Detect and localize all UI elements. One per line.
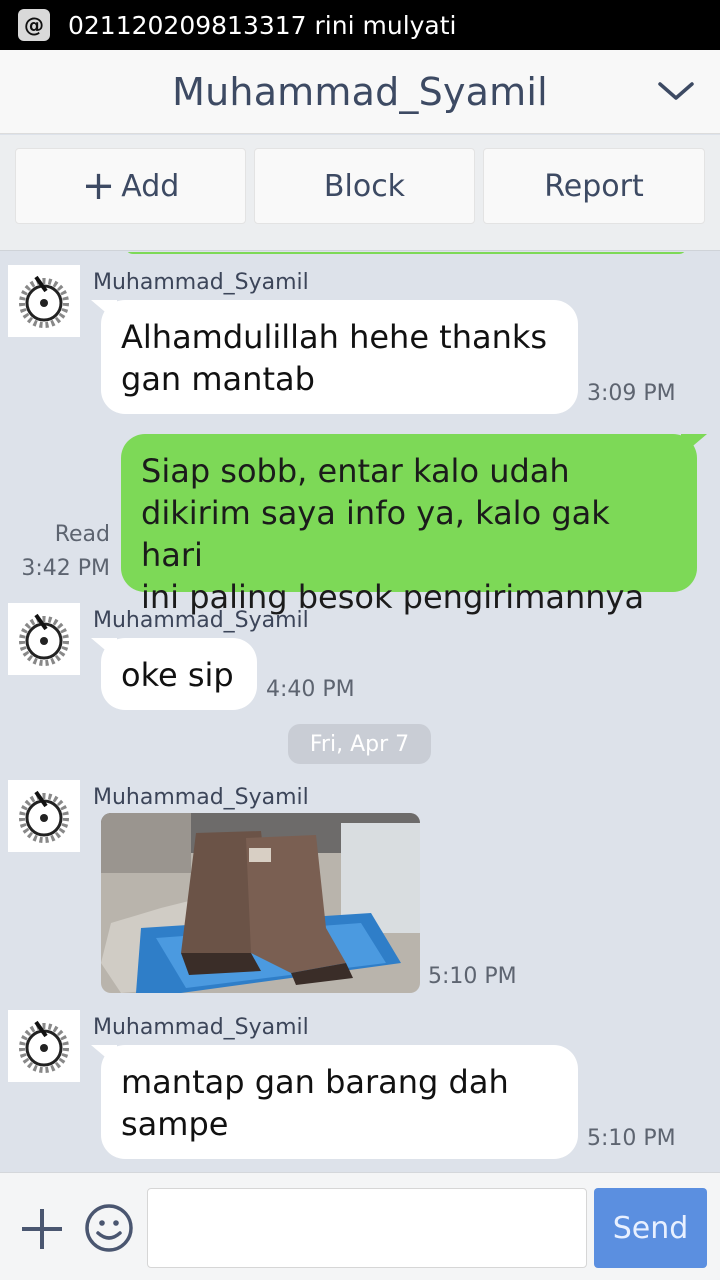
shoe-photo[interactable]: [101, 813, 420, 993]
message-time: 5:10 PM: [587, 1126, 676, 1151]
message-text: mantap gan barang dah: [121, 1063, 509, 1101]
message-text: Alhamdulillah hehe thanks: [121, 318, 548, 356]
chat-messages[interactable]: Muhammad_Syamil Alhamdulillah hehe thank…: [0, 252, 720, 1172]
message-input[interactable]: [147, 1188, 587, 1268]
incoming-message-bubble[interactable]: oke sip: [101, 638, 257, 710]
avatar[interactable]: [8, 780, 80, 852]
message-time: 5:10 PM: [428, 964, 517, 989]
message-time: 3:42 PM: [21, 556, 110, 581]
incoming-message-bubble[interactable]: Alhamdulillah hehe thanks gan mantab: [101, 300, 578, 414]
add-button-label: Add: [121, 168, 180, 204]
message-time: 4:40 PM: [266, 677, 355, 702]
at-sign-icon: @: [18, 9, 50, 41]
date-separator: Fri, Apr 7: [288, 724, 431, 764]
add-button[interactable]: + Add: [15, 148, 246, 224]
chat-title: Muhammad_Syamil: [172, 69, 548, 114]
contact-actions-bar: + Add Block Report: [0, 135, 720, 251]
message-time: 3:09 PM: [587, 381, 676, 406]
chat-header: Muhammad_Syamil: [0, 50, 720, 134]
read-receipt: Read: [54, 522, 110, 547]
previous-message-bubble-edge: [125, 252, 687, 254]
send-button[interactable]: Send: [594, 1188, 707, 1268]
sender-name: Muhammad_Syamil: [93, 1015, 309, 1040]
report-button[interactable]: Report: [483, 148, 705, 224]
send-button-label: Send: [612, 1210, 689, 1246]
outgoing-message-bubble[interactable]: Siap sobb, entar kalo udah dikirim saya …: [121, 434, 697, 616]
message-text: oke sip: [121, 656, 234, 694]
avatar[interactable]: [8, 603, 80, 675]
block-button[interactable]: Block: [254, 148, 475, 224]
incoming-message-bubble[interactable]: mantap gan barang dah sampe: [101, 1045, 578, 1159]
emoji-icon[interactable]: [84, 1203, 134, 1253]
avatar[interactable]: [8, 1010, 80, 1082]
message-text: sampe: [121, 1105, 229, 1143]
avatar[interactable]: [8, 265, 80, 337]
sender-name: Muhammad_Syamil: [93, 270, 309, 295]
sender-name: Muhammad_Syamil: [93, 608, 309, 633]
report-button-label: Report: [544, 168, 644, 204]
message-text: gan mantab: [121, 360, 315, 398]
message-text: Siap sobb, entar kalo udah: [141, 452, 570, 490]
message-text: dikirim saya info ya, kalo gak hari: [141, 494, 610, 574]
message-input-bar: Send: [0, 1172, 720, 1280]
chevron-down-icon[interactable]: [656, 76, 696, 106]
status-bar: @ 021120209813317 rini mulyati: [0, 0, 720, 50]
block-button-label: Block: [323, 168, 406, 204]
plus-icon[interactable]: [20, 1207, 64, 1251]
status-notification-text: 021120209813317 rini mulyati: [68, 10, 457, 40]
plus-icon: +: [81, 163, 116, 209]
sender-name: Muhammad_Syamil: [93, 785, 309, 810]
